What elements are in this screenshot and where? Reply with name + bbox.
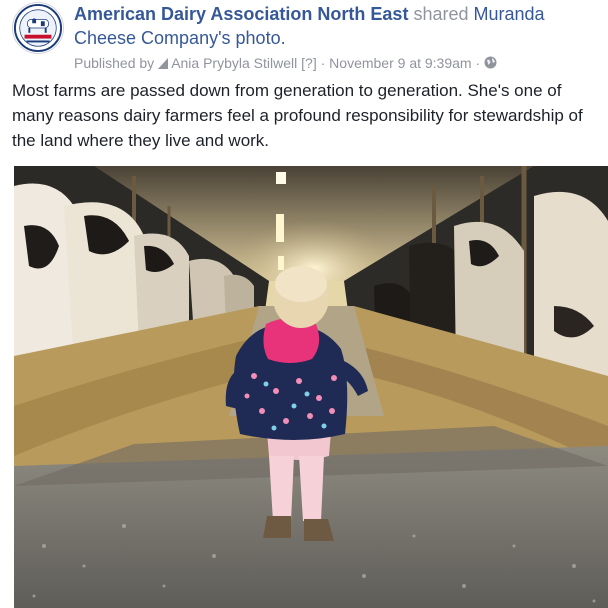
post-photo[interactable] [14, 166, 608, 608]
shared-label: shared [413, 4, 469, 24]
dairy-logo-icon [13, 3, 63, 53]
post-headline: American Dairy Association North East sh… [74, 2, 594, 50]
meta-separator: · [320, 55, 326, 71]
post-meta: Published by Ania Prybyla Stilwell [?] ·… [74, 54, 594, 73]
barn-photo-illustration [14, 166, 608, 608]
post-text: Most farms are passed down from generati… [12, 81, 583, 150]
page-avatar[interactable] [12, 2, 64, 54]
facebook-post: American Dairy Association North East sh… [0, 0, 608, 608]
post-timestamp[interactable]: November 9 at 9:39am [329, 55, 471, 71]
publisher-help-link[interactable]: [?] [301, 55, 317, 71]
publisher-link[interactable]: Ania Prybyla Stilwell [171, 55, 297, 71]
published-by-label: Published by [74, 55, 155, 71]
meta-separator: · [475, 55, 481, 71]
author-link[interactable]: American Dairy Association North East [74, 4, 408, 24]
globe-icon[interactable] [484, 55, 497, 73]
post-header: American Dairy Association North East sh… [74, 2, 594, 73]
publisher-tool-icon [158, 55, 169, 73]
source-suffix[interactable]: 's photo. [218, 28, 285, 48]
